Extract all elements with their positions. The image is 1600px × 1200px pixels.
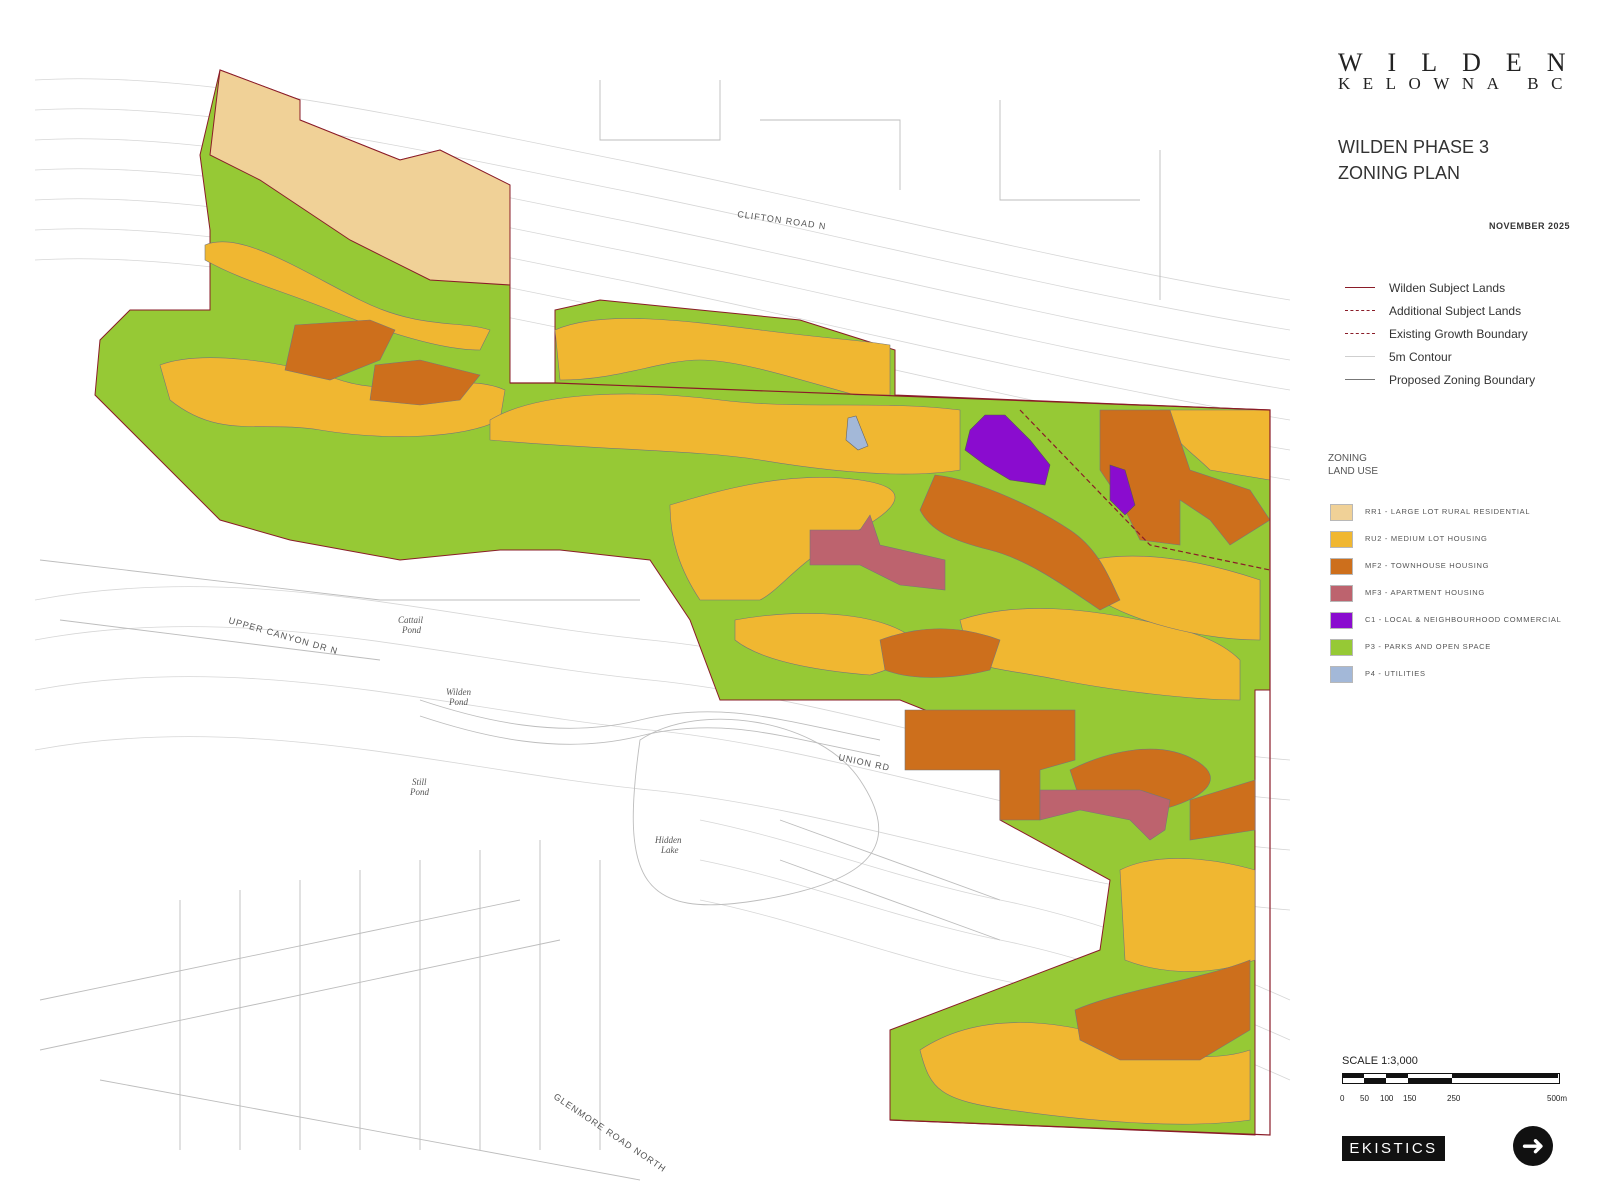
scale-bar xyxy=(1342,1073,1560,1084)
scale-seg xyxy=(1386,1073,1408,1078)
zone-label: MF3 - APARTMENT HOUSING xyxy=(1365,588,1485,597)
scale-seg xyxy=(1452,1073,1558,1078)
scale-tick: 500m xyxy=(1547,1094,1568,1103)
scale-tick: 50 xyxy=(1360,1094,1369,1103)
pond-label-cattail-1: Cattail xyxy=(398,615,424,625)
legend-swatch xyxy=(1345,333,1375,334)
zoning-heading-line2: LAND USE xyxy=(1328,466,1379,477)
zone-swatch xyxy=(1330,585,1353,602)
scale-label: SCALE 1:3,000 xyxy=(1342,1055,1418,1067)
zone-label: RR1 - LARGE LOT RURAL RESIDENTIAL xyxy=(1365,507,1531,516)
legend-swatch xyxy=(1345,356,1375,357)
zone-item-rr1: RR1 - LARGE LOT RURAL RESIDENTIAL xyxy=(1330,504,1561,531)
zone-item-mf3: MF3 - APARTMENT HOUSING xyxy=(1330,585,1561,612)
scale-tick: 100 xyxy=(1380,1094,1394,1103)
legend-swatch xyxy=(1345,310,1375,311)
street-label-glenmore: GLENMORE ROAD NORTH xyxy=(552,1091,668,1174)
pond-label-cattail-2: Pond xyxy=(401,625,421,635)
scale-tick: 250 xyxy=(1447,1094,1461,1103)
zoning-heading-line1: ZONING xyxy=(1328,453,1367,464)
scale-seg xyxy=(1408,1078,1452,1083)
zone-label: P4 - UTILITIES xyxy=(1365,669,1426,678)
legend-item-contour: 5m Contour xyxy=(1345,345,1535,368)
pond-label-still-1: Still xyxy=(412,777,427,787)
legend-item-additional-lands: Additional Subject Lands xyxy=(1345,299,1535,322)
zone-item-c1: C1 - LOCAL & NEIGHBOURHOOD COMMERCIAL xyxy=(1330,612,1561,639)
zoning-legend: RR1 - LARGE LOT RURAL RESIDENTIAL RU2 - … xyxy=(1330,504,1561,693)
scale-tick: 0 xyxy=(1340,1094,1345,1103)
lake-label-hidden-2: Lake xyxy=(660,845,679,855)
zone-label: RU2 - MEDIUM LOT HOUSING xyxy=(1365,534,1488,543)
legend-item-growth-boundary: Existing Growth Boundary xyxy=(1345,322,1535,345)
pond-label-still-2: Pond xyxy=(409,787,429,797)
scale-seg xyxy=(1342,1073,1364,1078)
arrow-right-icon[interactable]: ➜ xyxy=(1513,1126,1553,1166)
scale-seg xyxy=(1364,1078,1386,1083)
line-legend: Wilden Subject Lands Additional Subject … xyxy=(1345,276,1535,391)
zone-swatch xyxy=(1330,531,1353,548)
lake-label-hidden-1: Hidden xyxy=(654,835,682,845)
plan-title: WILDEN PHASE 3 ZONING PLAN xyxy=(1338,134,1489,186)
zone-item-p3: P3 - PARKS AND OPEN SPACE xyxy=(1330,639,1561,666)
zone-swatch xyxy=(1330,612,1353,629)
plan-title-line2: ZONING PLAN xyxy=(1338,163,1461,183)
zone-swatch xyxy=(1330,666,1353,683)
legend-label: Additional Subject Lands xyxy=(1389,303,1522,318)
zoning-heading: ZONING LAND USE xyxy=(1328,452,1378,478)
street-label-clifton: CLIFTON ROAD N xyxy=(737,209,827,231)
zone-swatch xyxy=(1330,558,1353,575)
legend-label: 5m Contour xyxy=(1389,349,1452,364)
legend-swatch xyxy=(1345,287,1375,288)
zone-label: C1 - LOCAL & NEIGHBOURHOOD COMMERCIAL xyxy=(1365,615,1562,624)
zone-label: MF2 - TOWNHOUSE HOUSING xyxy=(1365,561,1490,570)
legend-item-subject-lands: Wilden Subject Lands xyxy=(1345,276,1535,299)
legend-swatch xyxy=(1345,379,1375,380)
zone-item-p4: P4 - UTILITIES xyxy=(1330,666,1561,693)
zone-swatch xyxy=(1330,504,1353,521)
plan-date: NOVEMBER 2025 xyxy=(1488,221,1570,231)
scale-tick: 150 xyxy=(1403,1094,1417,1103)
legend-item-zoning-boundary: Proposed Zoning Boundary xyxy=(1345,368,1535,391)
legend-label: Proposed Zoning Boundary xyxy=(1389,372,1536,387)
legend-label: Existing Growth Boundary xyxy=(1389,326,1528,341)
zone-swatch xyxy=(1330,639,1353,656)
scale-ticks: 0 50 100 150 250 500m xyxy=(1340,1094,1572,1108)
plan-title-line1: WILDEN PHASE 3 xyxy=(1338,137,1490,157)
zone-label: P3 - PARKS AND OPEN SPACE xyxy=(1365,642,1492,651)
street-label-union: UNION RD xyxy=(838,752,891,773)
ekistics-logo: EKISTICS xyxy=(1342,1136,1445,1161)
zone-item-mf2: MF2 - TOWNHOUSE HOUSING xyxy=(1330,558,1561,585)
zone-item-ru2: RU2 - MEDIUM LOT HOUSING xyxy=(1330,531,1561,558)
street-label-upper-canyon: UPPER CANYON DR N xyxy=(227,615,339,656)
pond-label-wilden-2: Pond xyxy=(448,697,468,707)
pond-label-wilden-1: Wilden xyxy=(446,687,471,697)
legend-label: Wilden Subject Lands xyxy=(1389,280,1506,295)
brand-location: KELOWNA BC xyxy=(1338,74,1575,93)
